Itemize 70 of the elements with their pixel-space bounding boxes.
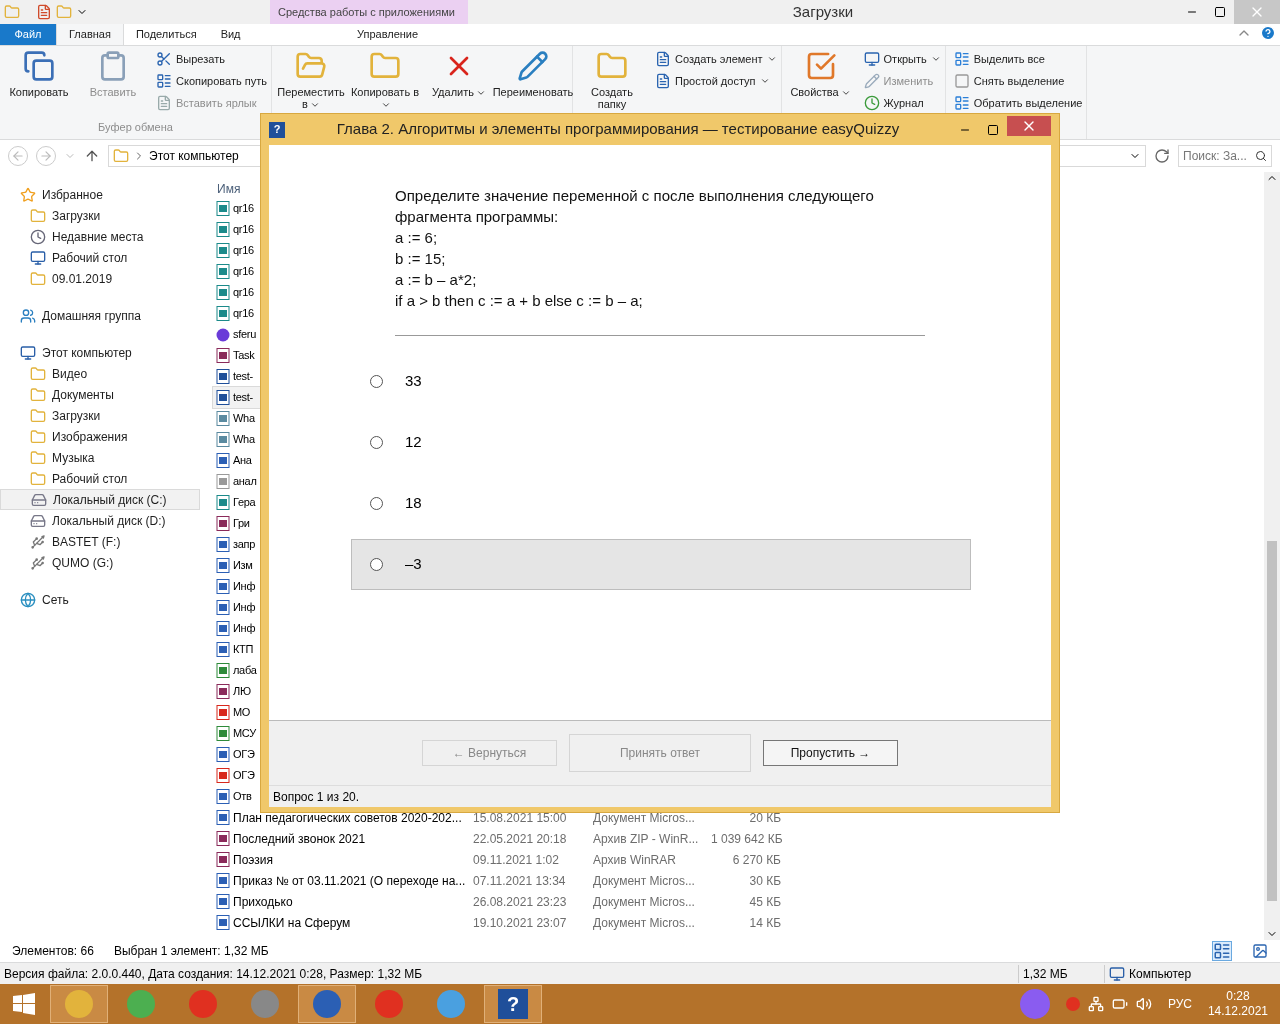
file-name: МСУ [233, 726, 256, 742]
file-type: Документ Micros... [593, 893, 696, 911]
file-name: Task [233, 348, 255, 364]
app-icon: ? [269, 121, 285, 138]
file-date: 15.08.2021 15:00 [473, 809, 568, 827]
file-name: КТП [233, 642, 254, 658]
file-date: 22.05.2021 20:18 [473, 830, 568, 848]
file-name: запр [233, 537, 256, 553]
file-name: ЛЮ [233, 684, 251, 700]
file-name: Отв [233, 789, 252, 805]
group-label: Буфер обмена [97, 119, 174, 135]
file-date: 26.08.2021 23:23 [473, 893, 568, 911]
question-text: Определите значение переменной с после выполнения следующего фрагмента программы: [395, 186, 875, 227]
file-name: test- [233, 390, 253, 406]
question-text: b := 15; [395, 249, 447, 269]
file-size-text: 1,32 МБ [1018, 964, 1104, 983]
file-type: Документ Micros... [593, 809, 696, 827]
file-name: МО [233, 705, 251, 721]
file-type: Архив ZIP - WinR... [593, 830, 700, 848]
context-tab-header: Средства работы с приложениями [270, 0, 468, 24]
file-name: Wha [233, 411, 255, 427]
file-size: 45 КБ [748, 893, 781, 911]
file-name: ОГЭ [233, 747, 255, 763]
file-name: Wha [233, 432, 255, 448]
file-name: qr16 [233, 222, 254, 238]
window-title: Загрузки [791, 1, 855, 22]
file-type: Архив WinRAR [593, 851, 677, 869]
file-name: Приходько [233, 893, 293, 911]
question-text: a := 6; [395, 228, 439, 248]
file-name: Ана [233, 453, 252, 469]
file-size: 1 039 642 КБ [711, 830, 781, 848]
file-name: test- [233, 369, 253, 385]
file-name: Инф [233, 621, 256, 637]
dialog-title: Глава 2. Алгоритмы и элементы программирования — тестирование easyQuizzy [335, 119, 901, 140]
file-name: Инф [233, 579, 256, 595]
file-name: qr16 [233, 306, 254, 322]
file-name: Изм [233, 558, 253, 574]
file-name: Инф [233, 600, 256, 616]
file-size: 20 КБ [748, 809, 781, 827]
location-text: Компьютер [1129, 965, 1192, 983]
file-name: Приказ № от 03.11.2021 (О переходе на... [233, 872, 466, 890]
file-name: qr16 [233, 243, 254, 259]
question-text: a := b – a*2; [395, 270, 478, 290]
status-text: Элементов: 66 [12, 943, 94, 960]
file-name: План педагогических советов 2020-202... [233, 809, 462, 827]
file-name: qr16 [233, 201, 254, 217]
file-name: ССЫЛКИ на Сферум [233, 914, 351, 932]
file-name: sferu [233, 327, 256, 343]
file-size: 6 270 КБ [731, 851, 781, 869]
file-type: Документ Micros... [593, 872, 696, 890]
file-type: Документ Micros... [593, 914, 696, 932]
file-name: Гера [233, 495, 256, 511]
file-name: ОГЭ [233, 768, 255, 784]
file-name: qr16 [233, 285, 254, 301]
file-date: 09.11.2021 1:02 [473, 851, 560, 869]
status-text: Выбран 1 элемент: 1,32 МБ [113, 943, 269, 960]
question-text: if a > b then c := a + b else c := b – a; [395, 291, 644, 311]
file-name: Последний звонок 2021 [233, 830, 366, 848]
file-date: 19.10.2021 23:07 [473, 914, 568, 932]
file-name: qr16 [233, 264, 254, 280]
file-name: Гри [233, 516, 250, 532]
file-name: лаба [233, 663, 257, 679]
app-icon: ? [498, 989, 528, 1019]
file-details: Версия файла: 2.0.0.440, Дата создания: 14.12.2021 0:28, Размер: 1,32 МБ [3, 965, 424, 983]
question-counter: Вопрос 1 из 20. [269, 785, 1051, 807]
file-name: Поэзия [233, 851, 273, 869]
file-name: анал [233, 474, 257, 490]
file-size: 14 КБ [748, 914, 781, 932]
file-size: 30 КБ [748, 872, 781, 890]
file-date: 07.11.2021 13:34 [473, 872, 567, 890]
